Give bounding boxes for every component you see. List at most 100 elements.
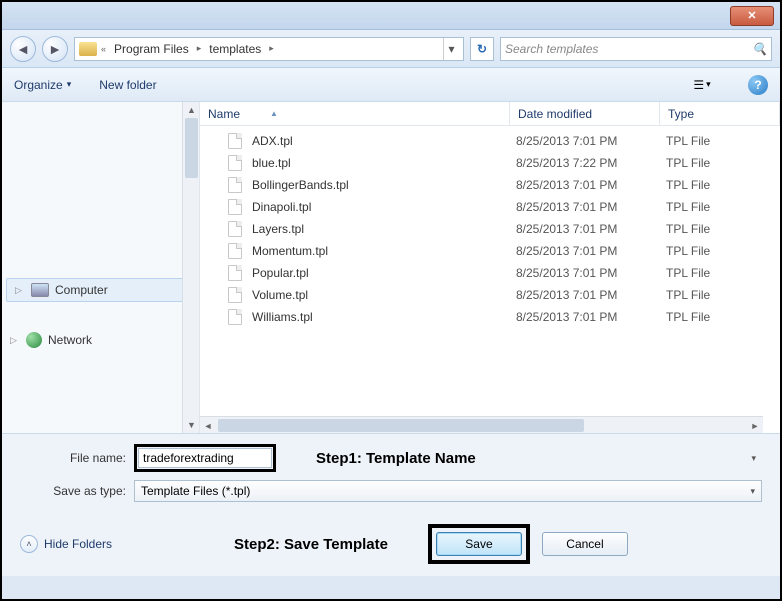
new-folder-button[interactable]: New folder [99, 78, 156, 92]
file-date: 8/25/2013 7:01 PM [516, 134, 666, 148]
column-name[interactable]: Name ▲ [200, 102, 510, 125]
tree-item-network[interactable]: ▷ Network [2, 328, 199, 352]
crumb-program-files[interactable]: Program Files [110, 42, 193, 56]
annotation-step1: Step1: Template Name [316, 450, 476, 467]
file-date: 8/25/2013 7:01 PM [516, 288, 666, 302]
filename-label: File name: [20, 451, 134, 465]
tree-item-computer[interactable]: ▷ Computer [6, 278, 195, 302]
file-row[interactable]: Volume.tpl8/25/2013 7:01 PMTPL File [200, 284, 780, 306]
cancel-button[interactable]: Cancel [542, 532, 628, 556]
list-view-icon: ☰ [693, 78, 704, 92]
file-row[interactable]: Dinapoli.tpl8/25/2013 7:01 PMTPL File [200, 196, 780, 218]
close-button[interactable]: ✕ [730, 6, 774, 26]
refresh-button[interactable]: ↻ [470, 37, 494, 61]
file-type: TPL File [666, 266, 710, 280]
sidebar-scrollbar[interactable]: ▲ ▼ [182, 102, 199, 433]
filename-input[interactable] [138, 448, 272, 468]
column-date[interactable]: Date modified [510, 102, 660, 125]
crumb-templates[interactable]: templates [205, 42, 265, 56]
file-date: 8/25/2013 7:22 PM [516, 156, 666, 170]
savetype-value: Template Files (*.tpl) [141, 484, 250, 498]
file-name: Momentum.tpl [252, 244, 516, 258]
file-list-pane: Name ▲ Date modified Type ADX.tpl8/25/20… [200, 102, 780, 433]
file-name: Dinapoli.tpl [252, 200, 516, 214]
file-icon [228, 155, 242, 171]
navigation-bar: ◄ ► « Program Files ▸ templates ▸ ▾ ↻ Se… [2, 30, 780, 68]
scroll-thumb[interactable] [218, 419, 584, 432]
expand-icon[interactable]: ▷ [15, 285, 25, 296]
list-scrollbar-h[interactable]: ◄ ► [200, 416, 763, 433]
back-button[interactable]: ◄ [10, 36, 36, 62]
file-date: 8/25/2013 7:01 PM [516, 266, 666, 280]
expand-icon[interactable]: ▷ [10, 335, 20, 346]
file-row[interactable]: blue.tpl8/25/2013 7:22 PMTPL File [200, 152, 780, 174]
file-date: 8/25/2013 7:01 PM [516, 200, 666, 214]
chevron-down-icon: ▾ [706, 79, 711, 90]
file-rows: ADX.tpl8/25/2013 7:01 PMTPL Fileblue.tpl… [200, 126, 780, 332]
bottom-panel: File name: Step1: Template Name ▾ Save a… [2, 434, 780, 576]
title-bar: ✕ [2, 2, 780, 30]
file-icon [228, 287, 242, 303]
file-type: TPL File [666, 244, 710, 258]
file-row[interactable]: Williams.tpl8/25/2013 7:01 PMTPL File [200, 306, 780, 328]
file-row[interactable]: Layers.tpl8/25/2013 7:01 PMTPL File [200, 218, 780, 240]
collapse-icon: ˄ [20, 535, 38, 553]
save-button[interactable]: Save [436, 532, 522, 556]
forward-button[interactable]: ► [42, 36, 68, 62]
hide-folders-button[interactable]: ˄ Hide Folders [20, 535, 112, 553]
column-name-label: Name [208, 107, 240, 121]
save-dialog-window: ✕ ◄ ► « Program Files ▸ templates ▸ ▾ ↻ … [2, 2, 780, 599]
file-type: TPL File [666, 134, 710, 148]
crumb-root-sep: « [101, 44, 106, 54]
file-date: 8/25/2013 7:01 PM [516, 310, 666, 324]
filename-highlight-box [134, 444, 276, 472]
annotation-step2: Step2: Save Template [234, 536, 388, 553]
file-icon [228, 177, 242, 193]
file-icon [228, 199, 242, 215]
chevron-right-icon[interactable]: ▸ [197, 43, 202, 54]
chevron-right-icon[interactable]: ▸ [269, 43, 274, 54]
scroll-up-arrow[interactable]: ▲ [183, 102, 200, 118]
breadcrumb-bar[interactable]: « Program Files ▸ templates ▸ ▾ [74, 37, 464, 61]
chevron-down-icon: ▾ [751, 453, 756, 464]
navigation-tree: ▷ Computer ▷ Network ▲ ▼ [2, 102, 200, 433]
file-row[interactable]: Momentum.tpl8/25/2013 7:01 PMTPL File [200, 240, 780, 262]
chevron-down-icon: ▾ [67, 79, 72, 90]
save-highlight-box: Save [428, 524, 530, 564]
column-type[interactable]: Type [660, 102, 780, 125]
scroll-right-arrow[interactable]: ► [747, 417, 763, 434]
search-icon[interactable]: 🔍 [752, 42, 767, 56]
scroll-thumb[interactable] [185, 118, 198, 178]
hide-folders-label: Hide Folders [44, 537, 112, 551]
file-icon [228, 243, 242, 259]
file-date: 8/25/2013 7:01 PM [516, 178, 666, 192]
file-row[interactable]: BollingerBands.tpl8/25/2013 7:01 PMTPL F… [200, 174, 780, 196]
breadcrumb-dropdown[interactable]: ▾ [443, 38, 459, 60]
toolbar: Organize ▾ New folder ☰ ▾ ? [2, 68, 780, 102]
filename-dropdown[interactable]: ▾ [484, 447, 762, 469]
sort-ascending-icon: ▲ [270, 109, 278, 118]
file-type: TPL File [666, 288, 710, 302]
file-name: Layers.tpl [252, 222, 516, 236]
help-button[interactable]: ? [748, 75, 768, 95]
savetype-combo[interactable]: Template Files (*.tpl) ▾ [134, 480, 762, 502]
file-date: 8/25/2013 7:01 PM [516, 222, 666, 236]
organize-menu[interactable]: Organize ▾ [14, 78, 71, 92]
search-input[interactable]: Search templates 🔍 [500, 37, 772, 61]
folder-icon [79, 42, 97, 56]
chevron-down-icon: ▾ [750, 486, 755, 497]
file-row[interactable]: ADX.tpl8/25/2013 7:01 PMTPL File [200, 130, 780, 152]
view-options-button[interactable]: ☰ ▾ [684, 74, 720, 96]
tree-label: Network [48, 333, 92, 347]
scroll-left-arrow[interactable]: ◄ [200, 417, 216, 434]
scroll-down-arrow[interactable]: ▼ [183, 417, 200, 433]
computer-icon [31, 283, 49, 297]
file-name: Williams.tpl [252, 310, 516, 324]
network-icon [26, 332, 42, 348]
file-type: TPL File [666, 200, 710, 214]
file-row[interactable]: Popular.tpl8/25/2013 7:01 PMTPL File [200, 262, 780, 284]
search-placeholder: Search templates [505, 42, 752, 56]
column-headers: Name ▲ Date modified Type [200, 102, 780, 126]
file-type: TPL File [666, 156, 710, 170]
organize-label: Organize [14, 78, 63, 92]
